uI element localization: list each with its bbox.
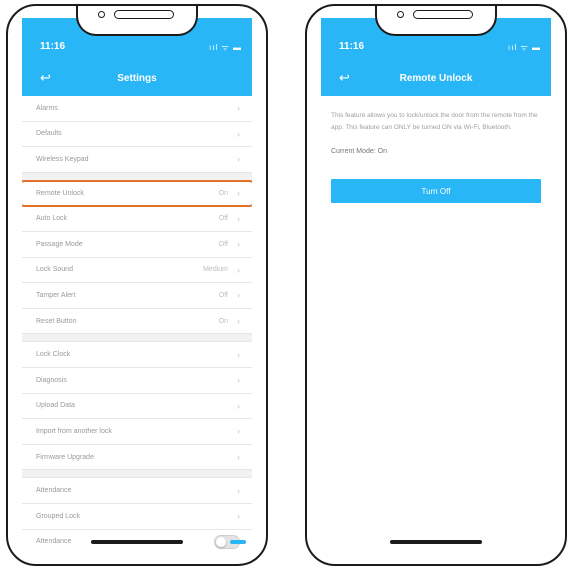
phone-settings: 11:16 ııl ᯤ ▬ ↩ Settings Alarms › Defaults… bbox=[6, 4, 268, 566]
chevron-right-icon: › bbox=[237, 375, 240, 386]
chevron-right-icon: › bbox=[237, 400, 240, 411]
status-time: 11:16 bbox=[40, 41, 66, 52]
settings-row-label: Lock Sound bbox=[36, 266, 73, 274]
settings-row-label: Reset Button bbox=[36, 317, 77, 325]
settings-row[interactable]: Tamper Alert Off › bbox=[22, 283, 252, 309]
chevron-right-icon: › bbox=[237, 239, 240, 250]
phone-notch bbox=[76, 6, 198, 36]
chevron-right-icon: › bbox=[237, 264, 240, 275]
settings-row-value: Medium bbox=[203, 266, 228, 274]
settings-row[interactable]: Upload Data › bbox=[22, 394, 252, 420]
settings-row[interactable]: Attendance › bbox=[22, 478, 252, 504]
settings-row[interactable]: Lock Clock › bbox=[22, 342, 252, 368]
turn-off-button[interactable]: Turn Off bbox=[331, 179, 541, 203]
chevron-right-icon: › bbox=[237, 349, 240, 360]
chevron-right-icon: › bbox=[237, 103, 240, 114]
settings-row[interactable]: Grouped Lock › bbox=[22, 504, 252, 530]
phone-remote-unlock: 11:16 ııl ᯤ ▬ ↩ Remote Unlock This featu… bbox=[305, 4, 567, 566]
settings-row-label: Import from another lock bbox=[36, 427, 112, 435]
highlight-outline bbox=[22, 179, 252, 208]
feature-description: This feature allows you to lock/unlock t… bbox=[331, 112, 538, 131]
settings-row-value: On bbox=[218, 317, 228, 325]
settings-row-label: Grouped Lock bbox=[36, 512, 80, 520]
chevron-right-icon: › bbox=[237, 290, 240, 301]
status-time: 11:16 bbox=[339, 41, 365, 52]
settings-row[interactable]: Diagnosis › bbox=[22, 368, 252, 394]
settings-row[interactable]: Defaults › bbox=[22, 122, 252, 148]
settings-row[interactable]: Auto Lock Off › bbox=[22, 206, 252, 232]
settings-row-label: Passage Mode bbox=[36, 240, 83, 248]
home-indicator[interactable] bbox=[91, 540, 183, 544]
camera-icon bbox=[397, 11, 404, 18]
signal-wifi-battery-icon: ııl ᯤ ▬ bbox=[508, 43, 541, 52]
section-divider bbox=[22, 334, 252, 343]
page-title: Remote Unlock bbox=[399, 73, 473, 84]
settings-row-label: Attendance bbox=[36, 487, 72, 495]
settings-row[interactable]: Remote Unlock On › bbox=[22, 179, 252, 208]
settings-row-label: Wireless Keypad bbox=[36, 155, 89, 163]
settings-row[interactable]: Alarms › bbox=[22, 96, 252, 122]
chevron-right-icon: › bbox=[237, 154, 240, 165]
camera-icon bbox=[98, 11, 105, 18]
settings-screen: 11:16 ııl ᯤ ▬ ↩ Settings Alarms › Defaults… bbox=[22, 18, 252, 550]
settings-row[interactable]: Firmware Upgrade › bbox=[22, 445, 252, 471]
settings-row[interactable]: Import from another lock › bbox=[22, 419, 252, 445]
settings-row[interactable]: Reset Button On › bbox=[22, 309, 252, 335]
chevron-right-icon: › bbox=[237, 316, 240, 327]
signal-wifi-battery-icon: ııl ᯤ ▬ bbox=[209, 43, 242, 52]
speaker-grille bbox=[114, 10, 174, 19]
settings-row-value: Off bbox=[218, 291, 228, 299]
settings-row-label: Firmware Upgrade bbox=[36, 453, 94, 461]
settings-row-label: Attendance bbox=[36, 538, 72, 546]
page-title: Settings bbox=[117, 73, 157, 84]
settings-row-label: Diagnosis bbox=[36, 376, 67, 384]
settings-row[interactable]: Lock Sound Medium › bbox=[22, 258, 252, 284]
chevron-right-icon: › bbox=[237, 511, 240, 522]
chevron-right-icon: › bbox=[237, 426, 240, 437]
chevron-right-icon: › bbox=[237, 485, 240, 496]
chevron-right-icon: › bbox=[237, 128, 240, 139]
settings-row-value: Off bbox=[218, 240, 228, 248]
current-mode-text: Current Mode: On bbox=[331, 148, 388, 155]
settings-row[interactable]: Wireless Keypad › bbox=[22, 147, 252, 173]
settings-row-label: Defaults bbox=[36, 130, 62, 138]
settings-row-value: Off bbox=[218, 215, 228, 223]
section-divider bbox=[22, 470, 252, 479]
settings-row-label: Alarms bbox=[36, 104, 58, 112]
home-indicator[interactable] bbox=[390, 540, 482, 544]
settings-row-label: Lock Clock bbox=[36, 351, 71, 359]
phone-notch bbox=[375, 6, 497, 36]
settings-row[interactable]: Passage Mode Off › bbox=[22, 232, 252, 258]
settings-row-label: Tamper Alert bbox=[36, 291, 76, 299]
settings-row-label: Upload Data bbox=[36, 402, 75, 410]
remote-unlock-screen: 11:16 ııl ᯤ ▬ ↩ Remote Unlock This featu… bbox=[321, 18, 551, 550]
settings-list: Alarms › Defaults › Wireless Keypad › Remote U… bbox=[22, 96, 252, 550]
scroll-indicator bbox=[230, 540, 246, 544]
chevron-right-icon: › bbox=[237, 452, 240, 463]
settings-row-label: Auto Lock bbox=[36, 215, 68, 223]
speaker-grille bbox=[413, 10, 473, 19]
chevron-right-icon: › bbox=[237, 213, 240, 224]
